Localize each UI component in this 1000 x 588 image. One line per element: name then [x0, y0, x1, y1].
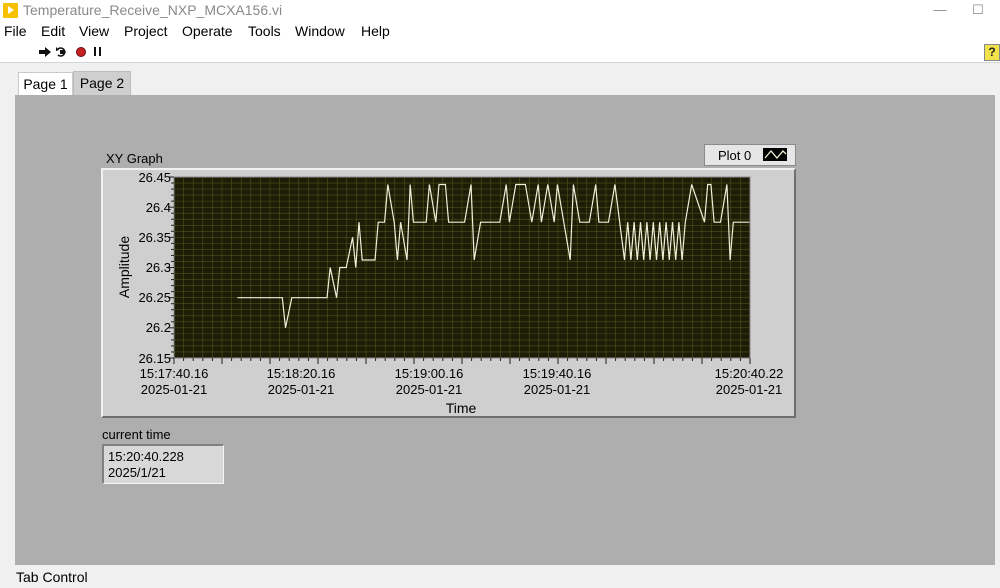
x-tick-time: 15:20:40.22 — [715, 366, 784, 381]
y-axis-title: Amplitude — [116, 236, 132, 298]
window-title: Temperature_Receive_NXP_MCXA156.vi — [23, 2, 283, 18]
pause-icon[interactable] — [91, 45, 105, 59]
y-tick-label: 26.3 — [146, 260, 171, 275]
abort-execution-icon[interactable] — [74, 45, 88, 59]
x-axis: 15:17:40.16 2025-01-21 15:18:20.16 2025-… — [140, 366, 784, 397]
maximize-button[interactable]: ☐ — [963, 0, 993, 22]
current-date-value: 2025/1/21 — [108, 465, 166, 480]
menu-bar: File Edit View Project Operate Tools Win… — [0, 22, 1000, 42]
menu-window[interactable]: Window — [295, 23, 345, 39]
legend-plot-name: Plot 0 — [718, 148, 752, 163]
menu-operate[interactable]: Operate — [182, 23, 233, 39]
title-bar: Temperature_Receive_NXP_MCXA156.vi — ☐ — [0, 0, 1000, 22]
run-arrow-icon[interactable] — [38, 45, 52, 59]
current-time-value: 15:20:40.228 — [108, 449, 184, 464]
y-tick-label: 26.4 — [146, 200, 171, 215]
minimize-button[interactable]: — — [925, 0, 955, 22]
plot-legend[interactable]: Plot 0 — [704, 144, 796, 166]
x-tick-time: 15:17:40.16 — [140, 366, 209, 381]
current-time-indicator[interactable]: 15:20:40.228 2025/1/21 — [102, 444, 224, 484]
xy-graph[interactable]: 26.45 26.4 26.35 26.3 26.25 26.2 26.15 A… — [101, 168, 796, 418]
y-tick-label: 26.45 — [138, 170, 171, 185]
y-tick-label: 26.2 — [146, 320, 171, 335]
menu-help[interactable]: Help — [361, 23, 390, 39]
x-tick-time: 15:19:40.16 — [523, 366, 592, 381]
menu-file[interactable]: File — [4, 23, 27, 39]
legend-line-swatch-icon — [763, 148, 787, 161]
x-axis-title: Time — [446, 400, 477, 416]
tab-control-label: Tab Control — [16, 569, 88, 585]
menu-project[interactable]: Project — [124, 23, 168, 39]
x-tick-time: 15:18:20.16 — [267, 366, 336, 381]
tab-page-2[interactable]: Page 2 — [73, 71, 131, 95]
menu-view[interactable]: View — [79, 23, 109, 39]
x-tick-date: 2025-01-21 — [141, 382, 208, 397]
menu-tools[interactable]: Tools — [248, 23, 281, 39]
x-tick-date: 2025-01-21 — [524, 382, 591, 397]
current-time-label: current time — [102, 427, 171, 442]
graph-label: XY Graph — [106, 151, 163, 166]
menu-edit[interactable]: Edit — [41, 23, 65, 39]
tab-page-1[interactable]: Page 1 — [18, 72, 73, 96]
y-tick-label: 26.25 — [138, 290, 171, 305]
y-tick-label: 26.35 — [138, 230, 171, 245]
x-tick-date: 2025-01-21 — [268, 382, 335, 397]
toolbar — [0, 42, 1000, 63]
y-axis: 26.45 26.4 26.35 26.3 26.25 26.2 26.15 — [138, 170, 171, 366]
x-tick-date: 2025-01-21 — [716, 382, 783, 397]
context-help-button[interactable]: ? — [984, 44, 1000, 61]
run-continuously-icon[interactable] — [55, 45, 69, 59]
x-tick-date: 2025-01-21 — [396, 382, 463, 397]
y-tick-label: 26.15 — [138, 351, 171, 366]
labview-vi-icon — [3, 3, 18, 18]
x-tick-time: 15:19:00.16 — [395, 366, 464, 381]
